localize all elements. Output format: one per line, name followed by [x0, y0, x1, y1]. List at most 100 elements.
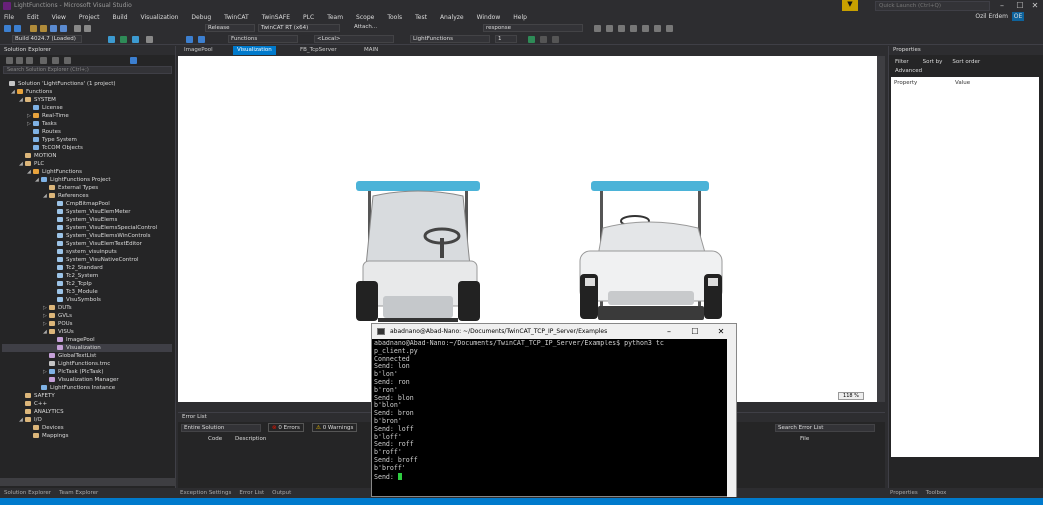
- back-icon[interactable]: [4, 25, 11, 32]
- menu-view[interactable]: View: [52, 14, 66, 21]
- menu-visualization[interactable]: Visualization: [141, 14, 179, 21]
- forward-icon[interactable]: [26, 57, 33, 64]
- tab-error-list[interactable]: Error List: [239, 490, 264, 496]
- start-icon[interactable]: [540, 36, 547, 43]
- home-icon[interactable]: [6, 57, 13, 64]
- tree-item[interactable]: SAFETY: [19, 392, 55, 400]
- solution-search-input[interactable]: Search Solution Explorer (Ctrl+;): [3, 66, 172, 74]
- number-select[interactable]: 1: [495, 35, 517, 43]
- terminal-close-button[interactable]: ✕: [710, 324, 732, 339]
- tree-item[interactable]: VisuSymbols: [51, 296, 101, 304]
- platform-select[interactable]: TwinCAT RT (x64): [258, 24, 340, 32]
- menu-help[interactable]: Help: [513, 14, 527, 21]
- toolbar-tool-icon[interactable]: [654, 25, 661, 32]
- project-select[interactable]: LightFunctions: [410, 35, 490, 43]
- tree-item[interactable]: Tc2_Standard: [51, 264, 103, 272]
- quick-launch-input[interactable]: Quick Launch (Ctrl+Q): [875, 1, 990, 11]
- save-all-icon[interactable]: [60, 25, 67, 32]
- sort-order-button[interactable]: Sort order: [952, 59, 980, 65]
- toolbar-tool-icon[interactable]: [642, 25, 649, 32]
- menu-twinsafe[interactable]: TwinSAFE: [262, 14, 290, 21]
- menu-plc[interactable]: PLC: [303, 14, 314, 21]
- menu-tools[interactable]: Tools: [387, 14, 402, 21]
- tree-item[interactable]: System_VisuElemsWinControls: [51, 232, 150, 240]
- terminal-maximize-button[interactable]: ☐: [684, 324, 706, 339]
- terminal-minimize-button[interactable]: –: [658, 324, 680, 339]
- error-search-input[interactable]: Search Error List: [775, 424, 875, 432]
- tree-item[interactable]: Devices: [27, 424, 64, 432]
- terminal-output[interactable]: abadnano@Abad-Nano:~/Documents/TwinCAT_T…: [374, 340, 726, 496]
- tab-solution-explorer[interactable]: Solution Explorer: [4, 490, 51, 496]
- menu-scope[interactable]: Scope: [356, 14, 374, 21]
- tree-item[interactable]: ▷ GVLs: [43, 312, 72, 320]
- sort-by-button[interactable]: Sort by: [923, 59, 943, 65]
- tab-properties[interactable]: Properties: [890, 490, 918, 496]
- tree-item[interactable]: Mappings: [27, 432, 68, 440]
- tab-fb-tcpserver[interactable]: FB_TcpServer: [296, 46, 341, 55]
- user-avatar[interactable]: OE: [1012, 12, 1024, 21]
- description-column-header[interactable]: Description: [235, 436, 266, 442]
- filter-button[interactable]: Filter: [895, 59, 909, 65]
- tree-item[interactable]: System_VisuElemsSpecialControl: [51, 224, 157, 232]
- run-mode-icon[interactable]: [120, 36, 127, 43]
- functions-select[interactable]: Functions: [228, 35, 298, 43]
- tree-item[interactable]: ▷ Tasks: [27, 120, 57, 128]
- tree-item[interactable]: Visualization: [51, 344, 101, 352]
- file-column-header[interactable]: File: [800, 436, 809, 442]
- tree-item[interactable]: ◢ References: [43, 192, 89, 200]
- save-icon[interactable]: [50, 25, 57, 32]
- redo-icon[interactable]: [84, 25, 91, 32]
- tree-item[interactable]: ▷ POUs: [43, 320, 73, 328]
- close-button[interactable]: ✕: [1026, 0, 1043, 12]
- tree-item[interactable]: ▷ Real-Time: [27, 112, 69, 120]
- tree-item[interactable]: ◢ PLC: [19, 160, 44, 168]
- forward-icon[interactable]: [14, 25, 21, 32]
- code-column-header[interactable]: Code: [208, 436, 222, 442]
- tree-item[interactable]: System_VisuElems: [51, 216, 117, 224]
- undo-icon[interactable]: [74, 25, 81, 32]
- tree-item[interactable]: ANALYTICS: [19, 408, 64, 416]
- toolbar-tool-icon[interactable]: [606, 25, 613, 32]
- new-project-icon[interactable]: [30, 25, 37, 32]
- tab-imagepool[interactable]: ImagePool: [180, 46, 217, 55]
- tree-item[interactable]: ◢ LightFunctions Project: [35, 176, 111, 184]
- terminal-title-bar[interactable]: abadnano@Abad-Nano: ~/Documents/TwinCAT_…: [372, 324, 736, 339]
- plc-toolbar-icon[interactable]: [186, 36, 193, 43]
- menu-debug[interactable]: Debug: [191, 14, 211, 21]
- tree-item[interactable]: External Types: [43, 184, 98, 192]
- advanced-toggle[interactable]: Advanced: [891, 68, 1039, 76]
- minimize-button[interactable]: –: [993, 0, 1011, 12]
- toolbar-tool-icon[interactable]: [618, 25, 625, 32]
- tab-main[interactable]: MAIN: [360, 46, 382, 55]
- menu-project[interactable]: Project: [79, 14, 100, 21]
- tree-item[interactable]: ◢ LightFunctions: [27, 168, 82, 176]
- configuration-select[interactable]: Release: [205, 24, 255, 32]
- tree-item[interactable]: ImagePool: [51, 336, 95, 344]
- tree-item[interactable]: ◢ Functions: [11, 88, 52, 96]
- open-file-icon[interactable]: [40, 25, 47, 32]
- tree-item[interactable]: ◢ SYSTEM: [19, 96, 56, 104]
- tab-team-explorer[interactable]: Team Explorer: [59, 490, 98, 496]
- attach-button[interactable]: Attach...: [352, 24, 408, 32]
- response-select[interactable]: response: [483, 24, 583, 32]
- tree-item[interactable]: Solution 'LightFunctions' (1 project): [3, 80, 116, 88]
- tree-item[interactable]: Tc3_Module: [51, 288, 98, 296]
- menu-team[interactable]: Team: [327, 14, 343, 21]
- tree-item[interactable]: ◢ VISUs: [43, 328, 74, 336]
- target-icon[interactable]: [146, 36, 153, 43]
- properties-icon[interactable]: [130, 57, 137, 64]
- stop-icon[interactable]: [552, 36, 559, 43]
- sync-icon[interactable]: [40, 57, 47, 64]
- tree-item[interactable]: C++: [19, 400, 47, 408]
- tree-item[interactable]: System_VisuNativeControl: [51, 256, 138, 264]
- tree-item[interactable]: LightFunctions Instance: [35, 384, 115, 392]
- toolbar-tool-icon[interactable]: [630, 25, 637, 32]
- refresh-icon[interactable]: [52, 57, 59, 64]
- menu-analyze[interactable]: Analyze: [440, 14, 464, 21]
- tree-item[interactable]: MOTION: [19, 152, 57, 160]
- collapse-all-icon[interactable]: [64, 57, 71, 64]
- menu-twincat[interactable]: TwinCAT: [224, 14, 249, 21]
- tree-item[interactable]: License: [27, 104, 63, 112]
- toolbar-tool-icon[interactable]: [594, 25, 601, 32]
- tree-item[interactable]: Visualization Manager: [43, 376, 119, 384]
